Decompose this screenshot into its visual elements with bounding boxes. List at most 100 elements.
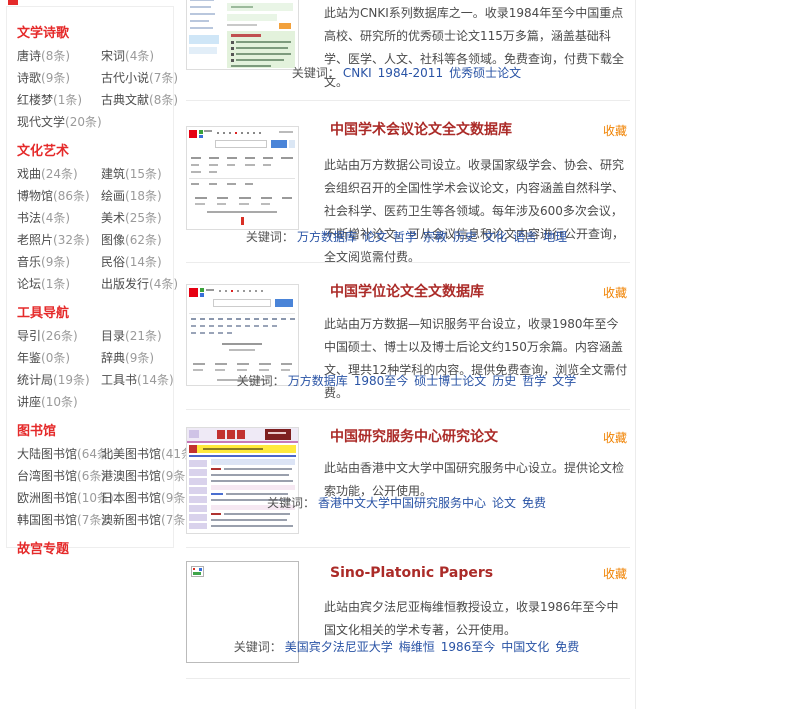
database-list: 此站为CNKI系列数据库之一。收录1984年至今中国重点高校、研究所的优秀硕士论… — [186, 0, 636, 709]
keyword-links: CNKI 1984-2011 优秀硕士论文 — [340, 66, 524, 80]
sidebar-category-link[interactable]: 辞典(9条) — [101, 351, 174, 365]
entry-description: 此站由万方数据—知识服务平台设立，收录1980年至今中国硕士、博士以及博士后论文… — [324, 313, 630, 405]
sidebar-category-link[interactable]: 讲座(10条) — [17, 395, 99, 409]
sidebar-category-link[interactable]: 建筑(15条) — [101, 167, 178, 181]
entry-thumbnail[interactable] — [186, 427, 299, 534]
keywords-label: 关键词： — [246, 230, 294, 244]
entry-title[interactable]: Sino-Platonic Papers — [330, 565, 493, 582]
entry-description: 此站由宾夕法尼亚梅维恒教授设立，收录1986年至今中国文化相关的学术专著，公开使… — [324, 596, 630, 642]
thumbnail-art — [187, 0, 298, 69]
sidebar-category-link[interactable]: 工具书(14条) — [101, 373, 174, 387]
keyword-links: 万方数据库 1980至今硕士博士论文历史哲学文学 — [285, 374, 580, 388]
keyword-link[interactable]: 哲学 — [522, 374, 546, 388]
sidebar-category-link[interactable]: 唐诗(8条) — [17, 49, 99, 63]
keyword-link[interactable]: 1986至今 — [441, 640, 496, 654]
keyword-link[interactable]: 论文 — [363, 230, 387, 244]
list-item: Sino-Platonic Papers 收藏 此站由宾夕法尼亚梅维恒教授设立，… — [186, 548, 635, 678]
keyword-link[interactable]: 历史 — [453, 230, 477, 244]
keyword-link[interactable]: 美国宾夕法尼亚大学 — [285, 640, 393, 654]
sidebar-category-link[interactable]: 澳新图书馆(7条) — [101, 513, 198, 527]
sidebar-category-link[interactable]: 出版发行(4条) — [101, 277, 178, 291]
sidebar-category-link[interactable]: 书法(4条) — [17, 211, 99, 225]
sidebar-category-link[interactable]: 目录(21条) — [101, 329, 174, 343]
entry-thumbnail[interactable] — [186, 126, 299, 230]
sidebar-links-literature: 唐诗(8条)宋词(4条)诗歌(9条)古代小说(7条)红楼梦(1条)古典文献(8条… — [17, 49, 173, 129]
corner-red-marker — [8, 0, 18, 5]
thumbnail-art — [187, 127, 298, 229]
keyword-link[interactable]: 免费 — [522, 496, 546, 510]
sidebar-category-link[interactable]: 古代小说(7条) — [101, 71, 178, 85]
favorite-link[interactable]: 收藏 — [603, 567, 627, 582]
keyword-link[interactable]: CNKI — [343, 66, 372, 80]
keyword-link[interactable]: 语言 — [513, 230, 537, 244]
sidebar-category-link[interactable]: 北美图书馆(41条) — [101, 447, 198, 461]
keyword-links: 美国宾夕法尼亚大学梅维恒 1986至今中国文化免费 — [282, 640, 583, 654]
favorite-link[interactable]: 收藏 — [603, 431, 627, 446]
sidebar-category-link[interactable]: 大陆图书馆(64条) — [17, 447, 99, 461]
keyword-link[interactable]: 宗教 — [423, 230, 447, 244]
entry-keywords: 关键词：香港中文大学中国研究服务中心论文免费 — [186, 496, 630, 511]
sidebar-category-link[interactable]: 诗歌(9条) — [17, 71, 99, 85]
keyword-link[interactable]: 文学 — [552, 374, 576, 388]
entry-keywords: 关键词：万方数据库1980至今硕士博士论文历史哲学文学 — [186, 374, 630, 389]
sidebar-category-link[interactable]: 绘画(18条) — [101, 189, 178, 203]
keyword-link[interactable]: 万方数据库 — [288, 374, 348, 388]
keyword-link[interactable]: 地理 — [543, 230, 567, 244]
keyword-link[interactable]: 中国文化 — [501, 640, 549, 654]
list-item: 中国学术会议论文全文数据库 收藏 此站由万方数据公司设立。收录国家级学会、协会、… — [186, 101, 635, 262]
keyword-link[interactable]: 梅维恒 — [399, 640, 435, 654]
sidebar-category-link[interactable]: 戏曲(24条) — [17, 167, 99, 181]
keyword-link[interactable]: 香港中文大学中国研究服务中心 — [318, 496, 486, 510]
keywords-label: 关键词： — [267, 496, 315, 510]
entry-title[interactable]: 中国研究服务中心研究论文 — [330, 429, 498, 446]
sidebar-category-link[interactable]: 图像(62条) — [101, 233, 178, 247]
sidebar-category-link[interactable]: 宋词(4条) — [101, 49, 178, 63]
sidebar-category-link[interactable]: 论坛(1条) — [17, 277, 99, 291]
keyword-link[interactable]: 文化 — [483, 230, 507, 244]
sidebar-category-link[interactable]: 音乐(9条) — [17, 255, 99, 269]
sidebar-category-link[interactable]: 现代文学(20条) — [17, 115, 99, 129]
sidebar-category-link[interactable]: 民俗(14条) — [101, 255, 178, 269]
keyword-link[interactable]: 1984-2011 — [378, 66, 443, 80]
list-item: 此站为CNKI系列数据库之一。收录1984年至今中国重点高校、研究所的优秀硕士论… — [186, 0, 635, 100]
sidebar-category-link[interactable]: 博物馆(86条) — [17, 189, 99, 203]
keyword-link[interactable]: 哲学 — [393, 230, 417, 244]
favorite-link[interactable]: 收藏 — [603, 286, 627, 301]
sidebar-category-link[interactable]: 导引(26条) — [17, 329, 99, 343]
keyword-link[interactable]: 历史 — [492, 374, 516, 388]
sidebar-links-libraries: 大陆图书馆(64条)北美图书馆(41条)台湾图书馆(6条)港澳图书馆(9条)欧洲… — [17, 447, 173, 527]
sidebar-category-link[interactable]: 红楼梦(1条) — [17, 93, 99, 107]
sidebar-category-link[interactable]: 古典文献(8条) — [101, 93, 178, 107]
favorite-link[interactable]: 收藏 — [603, 124, 627, 139]
entry-description: 此站由万方数据公司设立。收录国家级学会、协会、研究会组织召开的全国性学术会议论文… — [324, 154, 630, 269]
sidebar-category-link[interactable]: 日本图书馆(9条) — [101, 491, 198, 505]
category-sidebar: 文学诗歌 唐诗(8条)宋词(4条)诗歌(9条)古代小说(7条)红楼梦(1条)古典… — [6, 6, 174, 548]
sidebar-category-link[interactable]: 美术(25条) — [101, 211, 178, 225]
list-item: 中国研究服务中心研究论文 收藏 此站由香港中文大学中国研究服务中心设立。提供论文… — [186, 410, 635, 547]
keyword-link[interactable]: 免费 — [555, 640, 579, 654]
entry-thumbnail[interactable] — [186, 0, 299, 70]
thumbnail-art — [187, 428, 298, 533]
sidebar-category-link[interactable]: 年鉴(0条) — [17, 351, 99, 365]
sidebar-category-link[interactable]: 韩国图书馆(7条) — [17, 513, 99, 527]
sidebar-category-link[interactable]: 港澳图书馆(9条) — [101, 469, 198, 483]
sidebar-category-link[interactable]: 统计局(19条) — [17, 373, 99, 387]
keyword-link[interactable]: 硕士博士论文 — [414, 374, 486, 388]
sidebar-section-title-palace-special[interactable]: 故宫专题 — [17, 538, 173, 557]
sidebar-section-title-libraries: 图书馆 — [17, 420, 173, 439]
thumbnail-art — [187, 285, 298, 385]
sidebar-links-culture-art: 戏曲(24条)建筑(15条)博物馆(86条)绘画(18条)书法(4条)美术(25… — [17, 167, 173, 291]
entry-title[interactable]: 中国学术会议论文全文数据库 — [330, 122, 512, 139]
keyword-link[interactable]: 1980至今 — [354, 374, 409, 388]
sidebar-category-link[interactable]: 老照片(32条) — [17, 233, 99, 247]
sidebar-category-link[interactable]: 欧洲图书馆(10条) — [17, 491, 99, 505]
entry-divider — [186, 678, 630, 679]
keyword-links: 万方数据库论文哲学宗教历史文化语言地理 — [294, 230, 570, 244]
sidebar-category-link[interactable]: 台湾图书馆(6条) — [17, 469, 99, 483]
entry-keywords: 关键词：CNKI1984-2011优秀硕士论文 — [186, 66, 630, 81]
keyword-link[interactable]: 万方数据库 — [297, 230, 357, 244]
keyword-link[interactable]: 优秀硕士论文 — [449, 66, 521, 80]
entry-thumbnail[interactable] — [186, 284, 299, 386]
keyword-link[interactable]: 论文 — [492, 496, 516, 510]
entry-title[interactable]: 中国学位论文全文数据库 — [330, 284, 484, 301]
